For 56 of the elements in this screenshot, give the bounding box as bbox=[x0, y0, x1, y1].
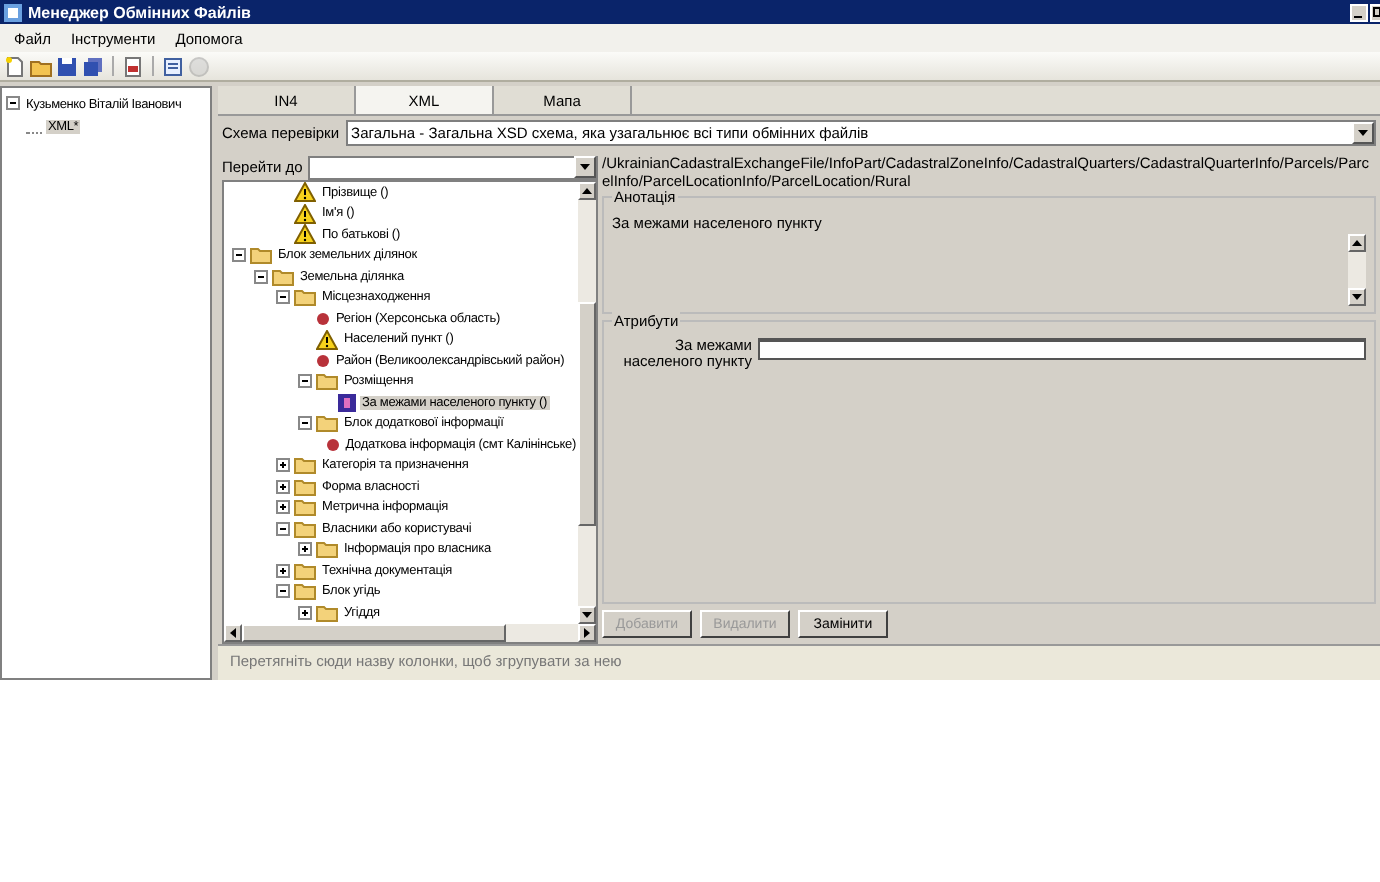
document-icon[interactable] bbox=[122, 55, 144, 77]
folder-icon bbox=[294, 498, 316, 517]
folder-icon bbox=[294, 519, 316, 538]
dot-icon bbox=[316, 311, 330, 326]
expander-icon[interactable] bbox=[276, 584, 290, 599]
window-title: Менеджер Обмінних Файлів bbox=[28, 3, 253, 21]
expander-icon[interactable] bbox=[6, 96, 20, 114]
folder-icon bbox=[294, 582, 316, 601]
attribute-input[interactable] bbox=[758, 338, 1366, 360]
down-arrow-icon[interactable] bbox=[1358, 128, 1368, 138]
down-arrow-icon[interactable] bbox=[582, 610, 592, 620]
warning-icon bbox=[316, 329, 338, 350]
choice-icon bbox=[338, 393, 356, 412]
warning-icon bbox=[294, 203, 316, 224]
expander-icon[interactable] bbox=[276, 563, 290, 578]
folder-icon bbox=[294, 477, 316, 496]
expander-icon[interactable] bbox=[276, 479, 290, 494]
expander-icon[interactable] bbox=[276, 521, 290, 536]
save-icon[interactable] bbox=[56, 55, 78, 77]
up-arrow-icon[interactable] bbox=[582, 186, 592, 196]
minimize-icon[interactable] bbox=[1350, 3, 1368, 21]
sheet-icon[interactable] bbox=[162, 55, 184, 77]
expander-icon[interactable] bbox=[298, 416, 312, 431]
disks-icon[interactable] bbox=[82, 55, 104, 77]
right-arrow-icon[interactable] bbox=[582, 628, 592, 638]
vertical-scrollbar[interactable] bbox=[1348, 234, 1366, 306]
expander-icon[interactable] bbox=[298, 374, 312, 389]
left-arrow-icon[interactable] bbox=[228, 628, 238, 638]
new-file-icon[interactable] bbox=[4, 55, 26, 77]
dot-icon bbox=[316, 353, 330, 368]
warning-icon bbox=[294, 224, 316, 245]
down-arrow-icon[interactable] bbox=[580, 162, 590, 172]
folder-icon bbox=[294, 456, 316, 475]
horizontal-scrollbar[interactable] bbox=[224, 624, 596, 642]
vertical-scrollbar[interactable] bbox=[578, 182, 596, 624]
folder-icon bbox=[294, 561, 316, 580]
app-icon bbox=[4, 3, 22, 21]
folder-icon bbox=[272, 267, 294, 286]
folder-icon bbox=[294, 288, 316, 307]
expander-icon[interactable] bbox=[276, 500, 290, 515]
up-arrow-icon[interactable] bbox=[1352, 238, 1362, 248]
goto-dropdown[interactable] bbox=[308, 155, 598, 179]
expander-icon[interactable] bbox=[232, 248, 246, 263]
expander-icon[interactable] bbox=[298, 605, 312, 620]
folder-icon bbox=[316, 372, 338, 391]
warning-icon bbox=[294, 182, 316, 203]
expander-icon[interactable] bbox=[276, 458, 290, 473]
folder-icon bbox=[316, 414, 338, 433]
maximize-icon[interactable] bbox=[1370, 3, 1380, 21]
dot-icon bbox=[325, 437, 340, 452]
down-arrow-icon[interactable] bbox=[1352, 292, 1362, 302]
expander-icon[interactable] bbox=[276, 290, 290, 305]
expander-icon[interactable] bbox=[298, 542, 312, 557]
expander-icon[interactable] bbox=[254, 269, 268, 284]
folder-icon bbox=[316, 540, 338, 559]
folder-icon bbox=[250, 246, 272, 265]
